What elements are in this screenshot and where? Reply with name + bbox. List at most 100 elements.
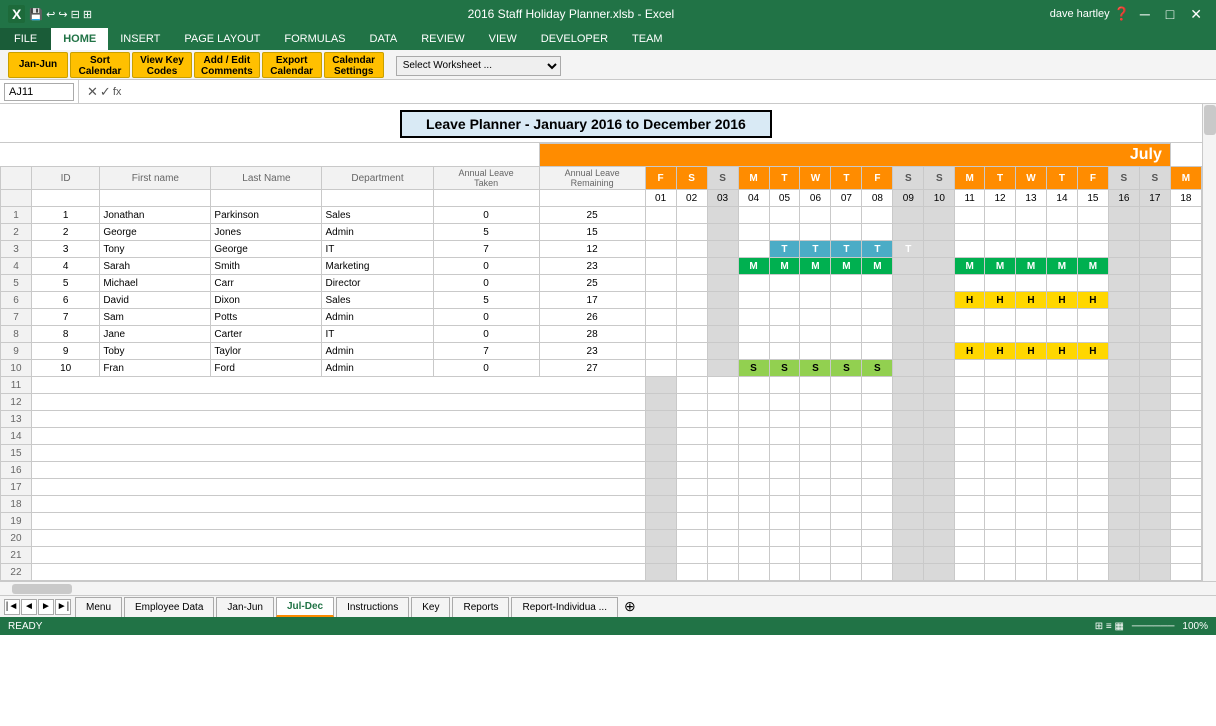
dh-w2: W — [1016, 167, 1047, 190]
horizontal-scrollbar[interactable] — [0, 581, 1216, 595]
c-3-05: T — [769, 241, 800, 258]
c-8-15 — [1077, 326, 1108, 343]
select-worksheet-container: Select Worksheet ... — [396, 56, 561, 76]
cell-rem-3: 12 — [539, 241, 645, 258]
cell-dept-8: IT — [322, 326, 433, 343]
rh-r9: 9 — [1, 343, 32, 360]
c-8-02 — [676, 326, 707, 343]
tab-reports[interactable]: Reports — [452, 597, 509, 617]
c-7-01 — [645, 309, 676, 326]
add-sheet-button[interactable]: ⊕ — [624, 598, 636, 615]
dn-09: 09 — [893, 190, 924, 207]
c-1-07 — [831, 207, 862, 224]
dh-f1: F — [645, 167, 676, 190]
cell-tak-1: 0 — [433, 207, 539, 224]
table-row: 21 — [1, 547, 1202, 564]
tab-jul-dec[interactable]: Jul-Dec — [276, 597, 334, 617]
calendar-settings-button[interactable]: CalendarSettings — [324, 52, 384, 78]
cell-rem-1: 25 — [539, 207, 645, 224]
tab-last-button[interactable]: ►| — [55, 599, 71, 615]
help-icon[interactable]: ❓ — [1114, 6, 1130, 22]
tab-page-layout[interactable]: PAGE LAYOUT — [172, 28, 272, 50]
cell-dept-1: Sales — [322, 207, 433, 224]
spreadsheet-area: Leave Planner - January 2016 to December… — [0, 104, 1216, 595]
tab-review[interactable]: REVIEW — [409, 28, 476, 50]
restore-button[interactable]: □ — [1160, 6, 1180, 22]
c-4-08: M — [862, 258, 893, 275]
dh-m2: M — [955, 167, 985, 190]
tab-key[interactable]: Key — [411, 597, 450, 617]
sheet-content[interactable]: Leave Planner - January 2016 to December… — [0, 104, 1202, 581]
c-1-01 — [645, 207, 676, 224]
tab-report-individual[interactable]: Report-Individua ... — [511, 597, 618, 617]
c-9-06 — [800, 343, 831, 360]
c-4-16 — [1108, 258, 1139, 275]
tab-formulas[interactable]: FORMULAS — [272, 28, 357, 50]
cancel-formula-icon[interactable]: ✕ — [87, 84, 98, 100]
cell-tak-7: 0 — [433, 309, 539, 326]
c-9-13: H — [1016, 343, 1047, 360]
c-8-01 — [645, 326, 676, 343]
tab-view[interactable]: VIEW — [477, 28, 529, 50]
add-edit-comments-button[interactable]: Add / EditComments — [194, 52, 260, 78]
c-10-16 — [1108, 360, 1139, 377]
tab-developer[interactable]: DEVELOPER — [529, 28, 620, 50]
minimize-button[interactable]: ─ — [1134, 6, 1156, 22]
tab-employee-data[interactable]: Employee Data — [124, 597, 214, 617]
close-button[interactable]: ✕ — [1184, 6, 1208, 23]
table-row: 11 — [1, 377, 1202, 394]
tab-insert[interactable]: INSERT — [108, 28, 172, 50]
dc-fn — [100, 190, 211, 207]
jan-jun-button[interactable]: Jan-Jun — [8, 52, 68, 78]
tab-prev-button[interactable]: ◄ — [21, 599, 37, 615]
c-7-18 — [1170, 309, 1201, 326]
c-8-07 — [831, 326, 862, 343]
dc-rem — [539, 190, 645, 207]
dc-tak — [433, 190, 539, 207]
c-10-14 — [1046, 360, 1077, 377]
c-7-02 — [676, 309, 707, 326]
tab-data[interactable]: DATA — [358, 28, 410, 50]
tab-next-button[interactable]: ► — [38, 599, 54, 615]
cell-dept-2: Admin — [322, 224, 433, 241]
cell-rem-8: 28 — [539, 326, 645, 343]
name-box[interactable] — [4, 83, 74, 101]
select-worksheet-dropdown[interactable]: Select Worksheet ... — [396, 56, 561, 76]
c-10-10 — [924, 360, 955, 377]
c-1-17 — [1139, 207, 1170, 224]
c-4-15: M — [1077, 258, 1108, 275]
cell-fn-3: Tony — [100, 241, 211, 258]
dh-t3: T — [985, 167, 1016, 190]
sort-calendar-button[interactable]: SortCalendar — [70, 52, 130, 78]
cell-id-5: 5 — [31, 275, 99, 292]
tab-first-button[interactable]: |◄ — [4, 599, 20, 615]
view-key-codes-button[interactable]: View KeyCodes — [132, 52, 192, 78]
tab-home[interactable]: HOME — [51, 28, 108, 50]
c-3-14 — [1046, 241, 1077, 258]
tab-file[interactable]: FILE — [0, 28, 51, 50]
c-3-12 — [985, 241, 1016, 258]
formula-input[interactable] — [125, 86, 1212, 98]
vertical-scrollbar[interactable] — [1202, 104, 1216, 581]
tab-menu[interactable]: Menu — [75, 597, 122, 617]
insert-function-icon[interactable]: fx — [113, 86, 122, 98]
confirm-formula-icon[interactable]: ✓ — [100, 84, 111, 100]
c-2-05 — [769, 224, 800, 241]
c-3-13 — [1016, 241, 1047, 258]
cell-fn-5: Michael — [100, 275, 211, 292]
ribbon-tabs: FILE HOME INSERT PAGE LAYOUT FORMULAS DA… — [0, 28, 1216, 50]
tab-jan-jun[interactable]: Jan-Jun — [216, 597, 274, 617]
c-2-06 — [800, 224, 831, 241]
c-10-15 — [1077, 360, 1108, 377]
tab-instructions[interactable]: Instructions — [336, 597, 409, 617]
c-7-13 — [1016, 309, 1047, 326]
c-6-05 — [769, 292, 800, 309]
cell-tak-3: 7 — [433, 241, 539, 258]
planner-title-area: Leave Planner - January 2016 to December… — [0, 104, 1202, 143]
c-4-10 — [924, 258, 955, 275]
cell-tak-9: 7 — [433, 343, 539, 360]
c-7-15 — [1077, 309, 1108, 326]
cell-tak-2: 5 — [433, 224, 539, 241]
tab-team[interactable]: TEAM — [620, 28, 675, 50]
export-calendar-button[interactable]: ExportCalendar — [262, 52, 322, 78]
